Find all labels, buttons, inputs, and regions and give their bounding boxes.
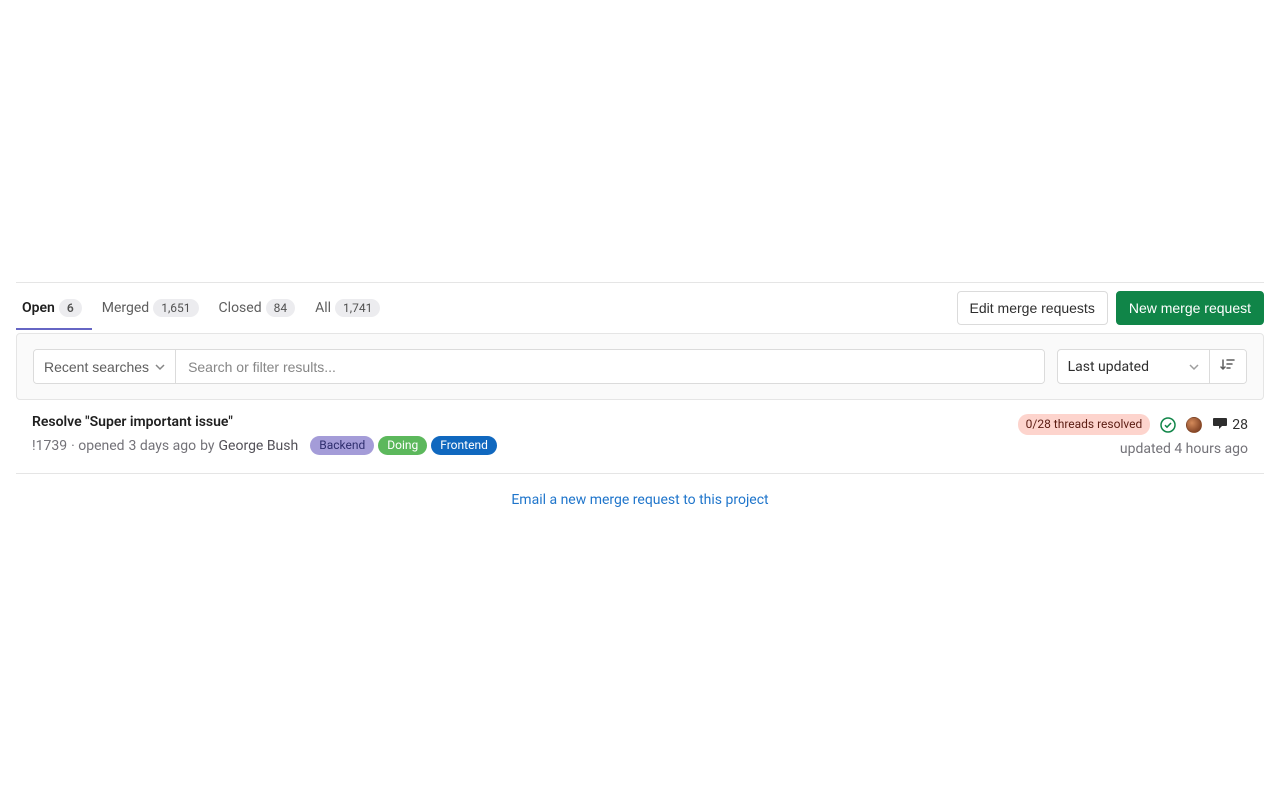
sort-select[interactable]: Last updated <box>1058 350 1210 383</box>
threads-resolved-pill: 0/28 threads resolved <box>1018 414 1151 435</box>
tab-open[interactable]: Open 6 <box>16 286 92 330</box>
tab-closed[interactable]: Closed 84 <box>209 286 306 330</box>
sort-direction-button[interactable] <box>1210 350 1246 383</box>
tab-count: 84 <box>266 299 296 317</box>
sort-container: Last updated <box>1057 349 1247 384</box>
label-doing[interactable]: Doing <box>378 436 427 455</box>
tab-all[interactable]: All 1,741 <box>305 286 390 330</box>
tab-label: Merged <box>102 300 149 316</box>
state-tabs: Open 6 Merged 1,651 Closed 84 All 1,741 <box>16 286 390 330</box>
merge-request-item: Resolve "Super important issue" !1739 · … <box>16 400 1264 474</box>
comments-link[interactable]: 28 <box>1212 415 1248 435</box>
chevron-down-icon <box>1189 362 1199 372</box>
comments-count: 28 <box>1232 417 1248 433</box>
comments-icon <box>1212 415 1228 435</box>
tabs-row: Open 6 Merged 1,651 Closed 84 All 1,741 … <box>16 282 1264 333</box>
tab-label: All <box>315 300 331 316</box>
search-input[interactable] <box>176 350 1044 383</box>
by-text: by <box>200 438 214 454</box>
tab-count: 6 <box>59 299 82 317</box>
tab-count: 1,741 <box>335 299 380 317</box>
label-backend[interactable]: Backend <box>310 436 374 455</box>
chevron-down-icon <box>155 362 165 372</box>
pipeline-passed-icon[interactable] <box>1160 417 1176 433</box>
assignee-avatar[interactable] <box>1186 417 1202 433</box>
edit-merge-requests-button[interactable]: Edit merge requests <box>957 291 1108 325</box>
label-group: Backend Doing Frontend <box>310 436 497 455</box>
sort-select-label: Last updated <box>1068 359 1149 375</box>
email-new-mr-link[interactable]: Email a new merge request to this projec… <box>511 492 768 508</box>
label-frontend[interactable]: Frontend <box>431 436 497 455</box>
opened-time: 3 days ago <box>129 438 197 454</box>
opened-prefix: · opened <box>71 438 124 454</box>
updated-text: updated 4 hours ago <box>1120 441 1248 457</box>
tab-label: Closed <box>219 300 262 316</box>
recent-searches-label: Recent searches <box>44 359 149 375</box>
tab-merged[interactable]: Merged 1,651 <box>92 286 209 330</box>
author-link[interactable]: George Bush <box>219 438 299 454</box>
merge-request-list: Resolve "Super important issue" !1739 · … <box>16 400 1264 474</box>
merge-request-ref: !1739 <box>32 438 67 454</box>
mr-right-top: 0/28 threads resolved 28 <box>1018 414 1248 435</box>
new-merge-request-button[interactable]: New merge request <box>1116 291 1264 325</box>
tab-label: Open <box>22 300 55 316</box>
page-actions: Edit merge requests New merge request <box>957 283 1264 333</box>
recent-searches-button[interactable]: Recent searches <box>34 350 176 383</box>
merge-request-title[interactable]: Resolve "Super important issue" <box>32 414 988 430</box>
sort-descending-icon <box>1220 357 1236 376</box>
search-filter-container: Recent searches <box>33 349 1045 384</box>
email-link-row: Email a new merge request to this projec… <box>16 474 1264 526</box>
merge-request-meta: !1739 · opened 3 days ago by George Bush… <box>32 436 988 455</box>
filter-bar: Recent searches Last updated <box>16 333 1264 400</box>
tab-count: 1,651 <box>153 299 198 317</box>
